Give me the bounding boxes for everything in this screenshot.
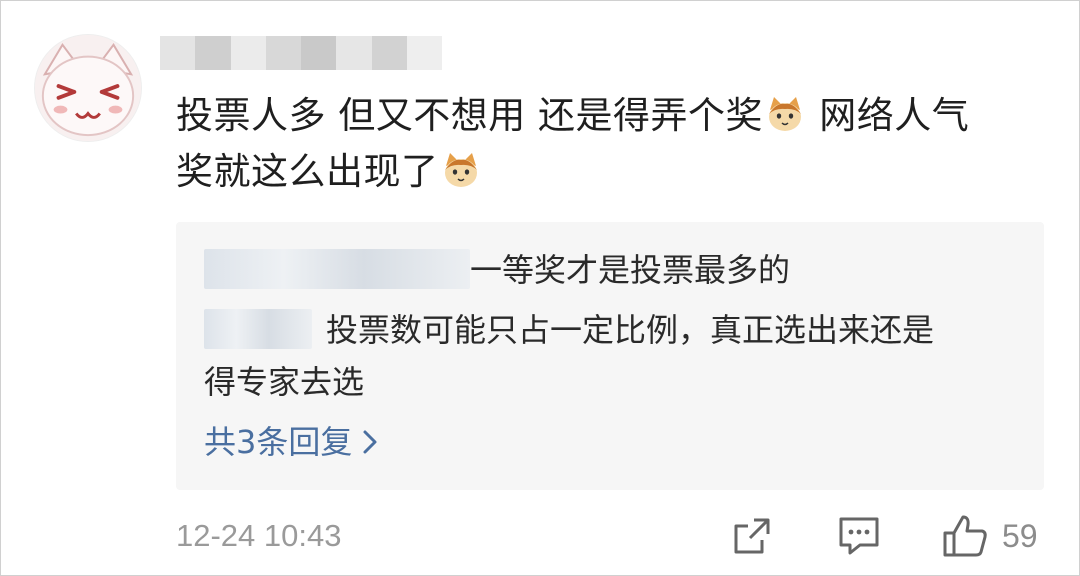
like-count: 59 (1002, 517, 1038, 554)
more-replies-label: 共3条回复 (204, 423, 353, 461)
comment-button[interactable] (838, 512, 880, 560)
thumbs-up-icon (943, 515, 987, 557)
reply-line-2: 投票数可能只占一定比例，真正选出来还是 (204, 306, 934, 354)
comment-icon (839, 517, 879, 555)
reply-username-blurred-2[interactable] (204, 309, 312, 349)
reply-line1-text: 一等奖才是投票最多的 (470, 251, 791, 289)
share-icon (734, 518, 770, 554)
comment-timestamp: 12-24 10:43 (176, 518, 342, 553)
reply-line2-text: 投票数可能只占一定比例，真正选出来还是 (326, 311, 935, 349)
like-button[interactable]: 59 (942, 512, 1038, 560)
share-button[interactable] (732, 512, 772, 560)
comment-text: 投票人多 但又不想用 还是得弄个奖 网络人气 奖就这么出现了 (176, 88, 1056, 200)
reply-username-blurred[interactable] (204, 249, 470, 289)
chevron-right-icon (363, 430, 377, 454)
comment-line1: 投票人多 但又不想用 还是得弄个奖 (176, 94, 764, 137)
view-all-replies-link[interactable]: 共3条回复 (204, 418, 378, 466)
reply-line-3: 得专家去选 (204, 363, 365, 401)
user-avatar[interactable] (34, 34, 142, 142)
reply-line-1: 一等奖才是投票最多的 (204, 246, 790, 294)
comment-line1b: 网络人气 (819, 94, 970, 137)
reply-preview-box[interactable]: 一等奖才是投票最多的 投票数可能只占一定比例，真正选出来还是 得专家去选 共3条… (176, 222, 1044, 490)
comment-line2: 奖就这么出现了 (176, 150, 439, 193)
cat-face-emoji (765, 94, 805, 134)
cat-face-emoji-2 (441, 150, 481, 190)
username-blurred[interactable] (160, 36, 442, 70)
